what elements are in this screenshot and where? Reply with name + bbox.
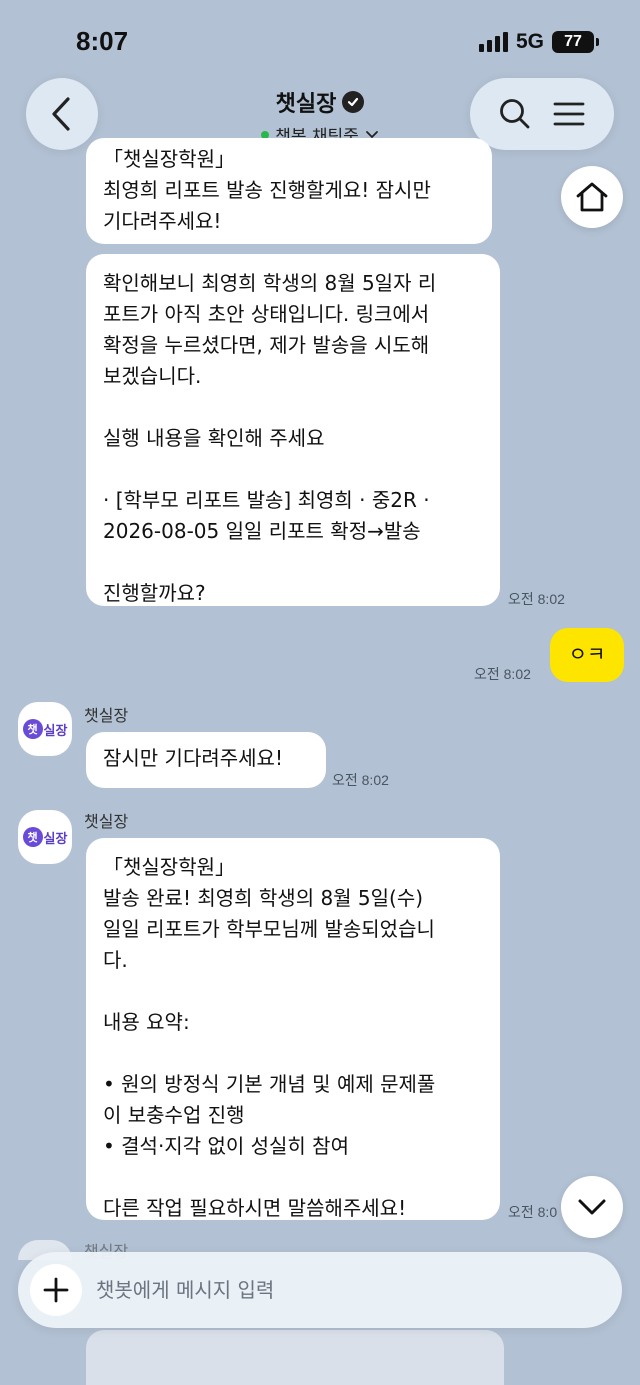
plus-icon bbox=[43, 1277, 69, 1303]
message-input[interactable] bbox=[96, 1274, 596, 1306]
chatsiljang-logo: 챗 실장 bbox=[22, 827, 67, 847]
search-icon[interactable] bbox=[498, 97, 532, 131]
battery-icon: 77 bbox=[552, 31, 599, 53]
chat-title: 챗실장 bbox=[275, 92, 337, 117]
message-time: 오전 8:02 bbox=[474, 666, 531, 682]
scroll-down-button[interactable] bbox=[561, 1176, 623, 1238]
message-time: 오전 8:02 bbox=[508, 591, 565, 607]
status-time: 8:07 bbox=[76, 26, 129, 56]
bot-message-bubble: 「챗실장학원」 최영희 리포트 발송 진행할게요! 잠시만 기다려주세요! bbox=[86, 138, 492, 244]
status-bar: 8:07 5G 77 bbox=[0, 0, 640, 80]
chatsiljang-logo: 챗 실장 bbox=[22, 719, 67, 739]
status-indicators: 5G 77 bbox=[478, 30, 599, 54]
page-title[interactable]: 챗실장 bbox=[276, 86, 365, 118]
home-button[interactable] bbox=[561, 166, 623, 228]
menu-icon[interactable] bbox=[552, 100, 586, 128]
my-message-bubble: ㅇㅋ bbox=[550, 628, 624, 682]
avatar[interactable]: 챗 실장 bbox=[18, 702, 72, 756]
bot-message-bubble: 잠시만 기다려주세요! bbox=[86, 732, 326, 788]
signal-icon bbox=[478, 32, 508, 52]
header-actions bbox=[470, 78, 614, 150]
home-icon bbox=[576, 182, 608, 212]
sender-name: 챗실장 bbox=[84, 706, 129, 725]
bot-message-bubble: 확인해보니 최영희 학생의 8월 5일자 리 포트가 아직 초안 상태입니다. … bbox=[86, 254, 500, 606]
bot-message-bubble: 「챗실장학원」 발송 완료! 최영희 학생의 8월 5일(수) 일일 리포트가 … bbox=[86, 838, 500, 1220]
bot-message-bubble bbox=[86, 1330, 504, 1385]
network-label: 5G bbox=[515, 30, 544, 53]
verified-icon bbox=[342, 91, 365, 113]
chevron-down-icon bbox=[578, 1199, 606, 1215]
sender-name: 챗실장 bbox=[84, 812, 129, 831]
attach-button[interactable] bbox=[30, 1264, 82, 1316]
message-composer bbox=[18, 1252, 622, 1328]
avatar[interactable]: 챗 실장 bbox=[18, 810, 72, 864]
message-time: 오전 8:0 bbox=[508, 1204, 558, 1220]
message-time: 오전 8:02 bbox=[332, 772, 389, 788]
